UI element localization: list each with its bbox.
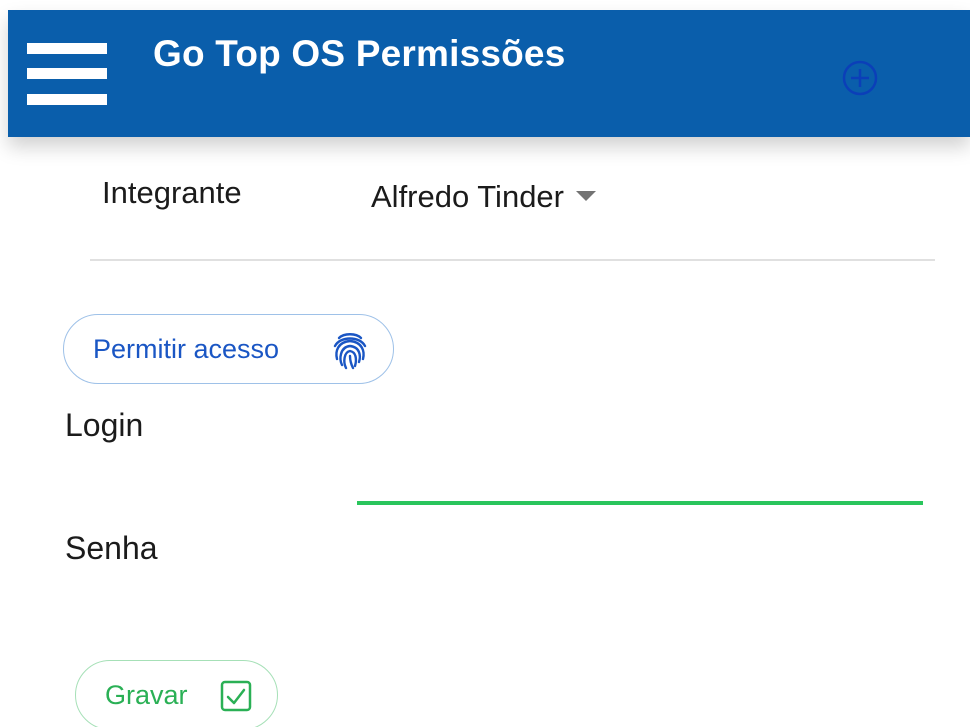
add-circle-icon[interactable] — [840, 58, 880, 98]
login-input[interactable] — [357, 435, 923, 505]
checkbox-checked-icon — [220, 680, 252, 712]
fingerprint-icon — [333, 333, 367, 370]
integrante-selected-value: Alfredo Tinder — [371, 179, 564, 214]
app-bar: Go Top OS Permissões — [8, 10, 970, 137]
permitir-acesso-button[interactable]: Permitir acesso — [63, 314, 394, 384]
hamburger-menu-icon[interactable] — [27, 43, 107, 105]
status-bar-gap — [0, 0, 970, 10]
senha-input[interactable] — [357, 520, 923, 590]
dropdown-caret-icon — [576, 190, 596, 201]
gravar-button[interactable]: Gravar — [75, 660, 278, 727]
login-label: Login — [65, 407, 144, 443]
app-title: Go Top OS Permissões — [153, 33, 566, 74]
integrante-select[interactable]: Alfredo Tinder — [371, 179, 596, 215]
page: Go Top OS Permissões Integrante Alfredo … — [0, 0, 970, 727]
permitir-acesso-label: Permitir acesso — [93, 334, 280, 364]
gravar-label: Gravar — [105, 680, 188, 710]
senha-label: Senha — [65, 530, 158, 566]
integrante-row: Integrante Alfredo Tinder — [0, 137, 970, 262]
divider — [90, 259, 935, 261]
integrante-label: Integrante — [102, 175, 242, 210]
